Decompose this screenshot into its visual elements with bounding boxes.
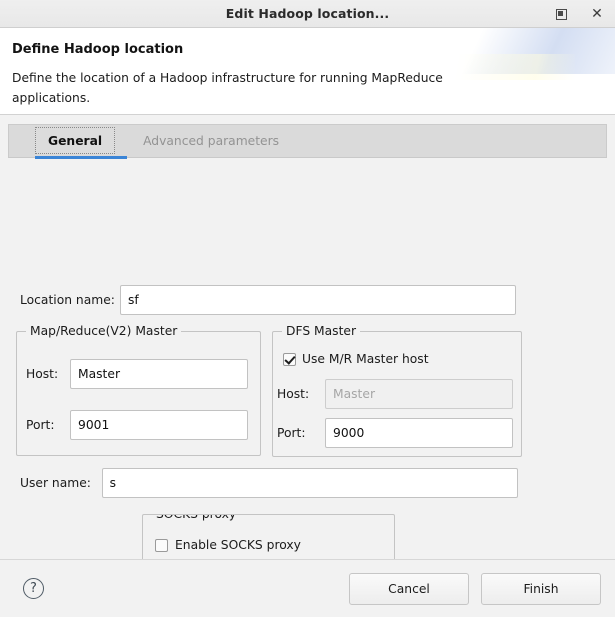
location-name-label: Location name: (20, 293, 115, 307)
dfs-host-row: Host: (277, 379, 513, 409)
tab-general-label: General (48, 133, 103, 148)
mapreduce-master-group-title: Map/Reduce(V2) Master (26, 324, 182, 338)
mapreduce-port-row: Port: (26, 410, 248, 440)
dfs-port-row: Port: (277, 418, 513, 448)
window-title: Edit Hadoop location... (225, 6, 390, 21)
enable-socks-proxy-label: Enable SOCKS proxy (175, 538, 301, 552)
location-name-row: Location name: (20, 285, 518, 315)
enable-socks-proxy-checkbox[interactable] (155, 538, 168, 552)
dfs-host-input[interactable] (325, 379, 513, 409)
close-icon: ✕ (591, 6, 603, 22)
socks-proxy-group-title: SOCKS proxy (152, 515, 241, 521)
mapreduce-host-row: Host: (26, 359, 248, 389)
page-description: Define the location of a Hadoop infrastr… (12, 71, 443, 106)
mapreduce-master-group: Map/Reduce(V2) Master Host: Port: (16, 324, 261, 456)
close-button[interactable]: ✕ (587, 4, 607, 24)
edit-hadoop-location-dialog: Edit Hadoop location... ✕ Define Hadoop … (0, 0, 615, 617)
enable-socks-proxy-row[interactable]: Enable SOCKS proxy (155, 538, 301, 552)
footer-button-group: Cancel Finish (349, 573, 601, 605)
dfs-master-group: DFS Master Use M/R Master host Host: Por… (272, 324, 522, 457)
active-tab-indicator (35, 156, 127, 159)
maximize-icon (555, 8, 567, 20)
tab-advanced-parameters[interactable]: Advanced parameters (115, 127, 291, 154)
tab-advanced-parameters-label: Advanced parameters (143, 133, 280, 148)
tab-bar: General Advanced parameters (8, 124, 607, 159)
titlebar: Edit Hadoop location... ✕ (0, 0, 615, 28)
cancel-button[interactable]: Cancel (349, 573, 469, 605)
dialog-footer: ? Cancel Finish (0, 559, 615, 617)
dfs-use-mr-host-label: Use M/R Master host (302, 352, 429, 366)
dfs-host-label: Host: (277, 387, 310, 401)
mapreduce-port-label: Port: (26, 418, 55, 432)
user-name-input[interactable] (101, 468, 518, 498)
dialog-body: General Advanced parameters Location nam… (0, 115, 615, 559)
tab-general[interactable]: General (35, 127, 116, 154)
finish-button[interactable]: Finish (481, 573, 601, 605)
maximize-button[interactable] (551, 4, 571, 24)
mapreduce-host-label: Host: (26, 367, 59, 381)
mapreduce-port-input[interactable] (70, 410, 248, 440)
dfs-port-input[interactable] (325, 418, 513, 448)
user-name-label: User name: (20, 476, 91, 490)
user-name-row: User name: (20, 468, 518, 498)
dfs-use-mr-host-checkbox[interactable] (283, 352, 296, 366)
dfs-master-group-title: DFS Master (282, 324, 361, 338)
dialog-banner: Define Hadoop location Define the locati… (0, 28, 615, 115)
dfs-port-label: Port: (277, 426, 306, 440)
titlebar-buttons: ✕ (551, 0, 607, 28)
help-icon[interactable]: ? (23, 578, 44, 599)
page-title: Define Hadoop location (12, 42, 184, 57)
dfs-use-mr-host-row[interactable]: Use M/R Master host (283, 352, 429, 366)
socks-proxy-group: SOCKS proxy Enable SOCKS proxy Host: Por… (142, 514, 395, 559)
location-name-input[interactable] (120, 285, 516, 315)
mapreduce-host-input[interactable] (70, 359, 248, 389)
